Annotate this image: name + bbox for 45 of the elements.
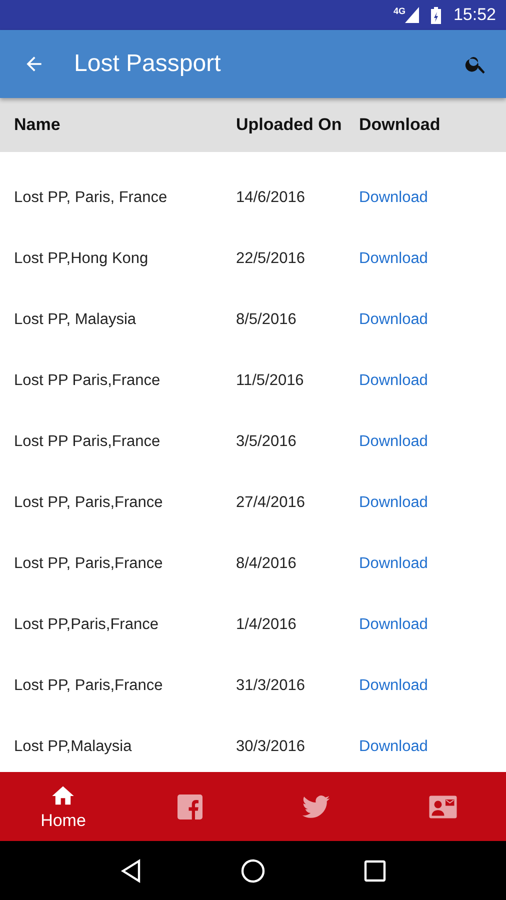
table-cell-text: Lost PP,Hong Kong [13, 250, 150, 268]
table-cell-text: Lost PP, Paris,France [13, 494, 164, 512]
network-label: 4G [393, 6, 406, 16]
circle-icon [240, 858, 265, 882]
screen-title: Lost Passport [74, 50, 221, 78]
table-cell-text: 8/4/2016 [236, 554, 298, 572]
battery-charging-icon [431, 6, 442, 24]
facebook-icon [174, 792, 205, 822]
table-cell-text: Lost PP, Paris, France [13, 188, 168, 206]
table-cell-text: Lost PP Paris,France [13, 432, 162, 450]
download-link[interactable]: Download [359, 372, 428, 388]
download-link[interactable]: Download [359, 432, 428, 450]
table-cell-text: 31/3/2016 [236, 676, 306, 694]
table-cell-text: 11/5/2016 [236, 372, 305, 390]
table-cell-text: 8/5/2016 [236, 310, 298, 328]
download-link[interactable]: Download [359, 676, 428, 694]
download-link[interactable]: Download [359, 250, 428, 266]
clock: 15:52 [453, 5, 496, 25]
table-cell-text: Lost PP Paris,France [13, 372, 162, 390]
table-cell-text: 27/4/2016 [236, 494, 306, 512]
table-cell-text: 22/5/2016 [236, 250, 306, 268]
download-link[interactable]: Download [359, 494, 428, 510]
column-header: Download [359, 115, 442, 135]
recents-nav-button[interactable] [364, 860, 386, 882]
table-cell-text: Lost PP, Malaysia [13, 310, 138, 328]
table-cell-text: 1/4/2016 [236, 616, 298, 634]
table-cell-text: 30/3/2016 [236, 738, 306, 756]
square-icon [364, 860, 386, 882]
table-cell-text: 14/6/2016 [236, 188, 306, 206]
column-header: Uploaded On [236, 115, 343, 135]
signal-icon [405, 7, 420, 23]
triangle-icon [120, 858, 142, 882]
table-cell-text: Lost PP,Malaysia [13, 738, 133, 756]
home-nav-button[interactable] [240, 858, 265, 882]
table-cell-text: Lost PP, Paris,France [13, 676, 164, 694]
download-link[interactable]: Download [359, 310, 428, 328]
download-link[interactable]: Download [359, 738, 428, 754]
table-cell-text: 3/5/2016 [236, 432, 298, 450]
back-nav-button[interactable] [120, 858, 142, 882]
column-header: Name [13, 115, 62, 135]
download-link[interactable]: Download [359, 554, 428, 572]
table-cell-text: Lost PP, Paris,France [13, 554, 164, 572]
download-link[interactable]: Download [359, 616, 428, 632]
download-link[interactable]: Download [359, 188, 428, 206]
table-cell-text: Lost PP,Paris,France [13, 616, 160, 634]
